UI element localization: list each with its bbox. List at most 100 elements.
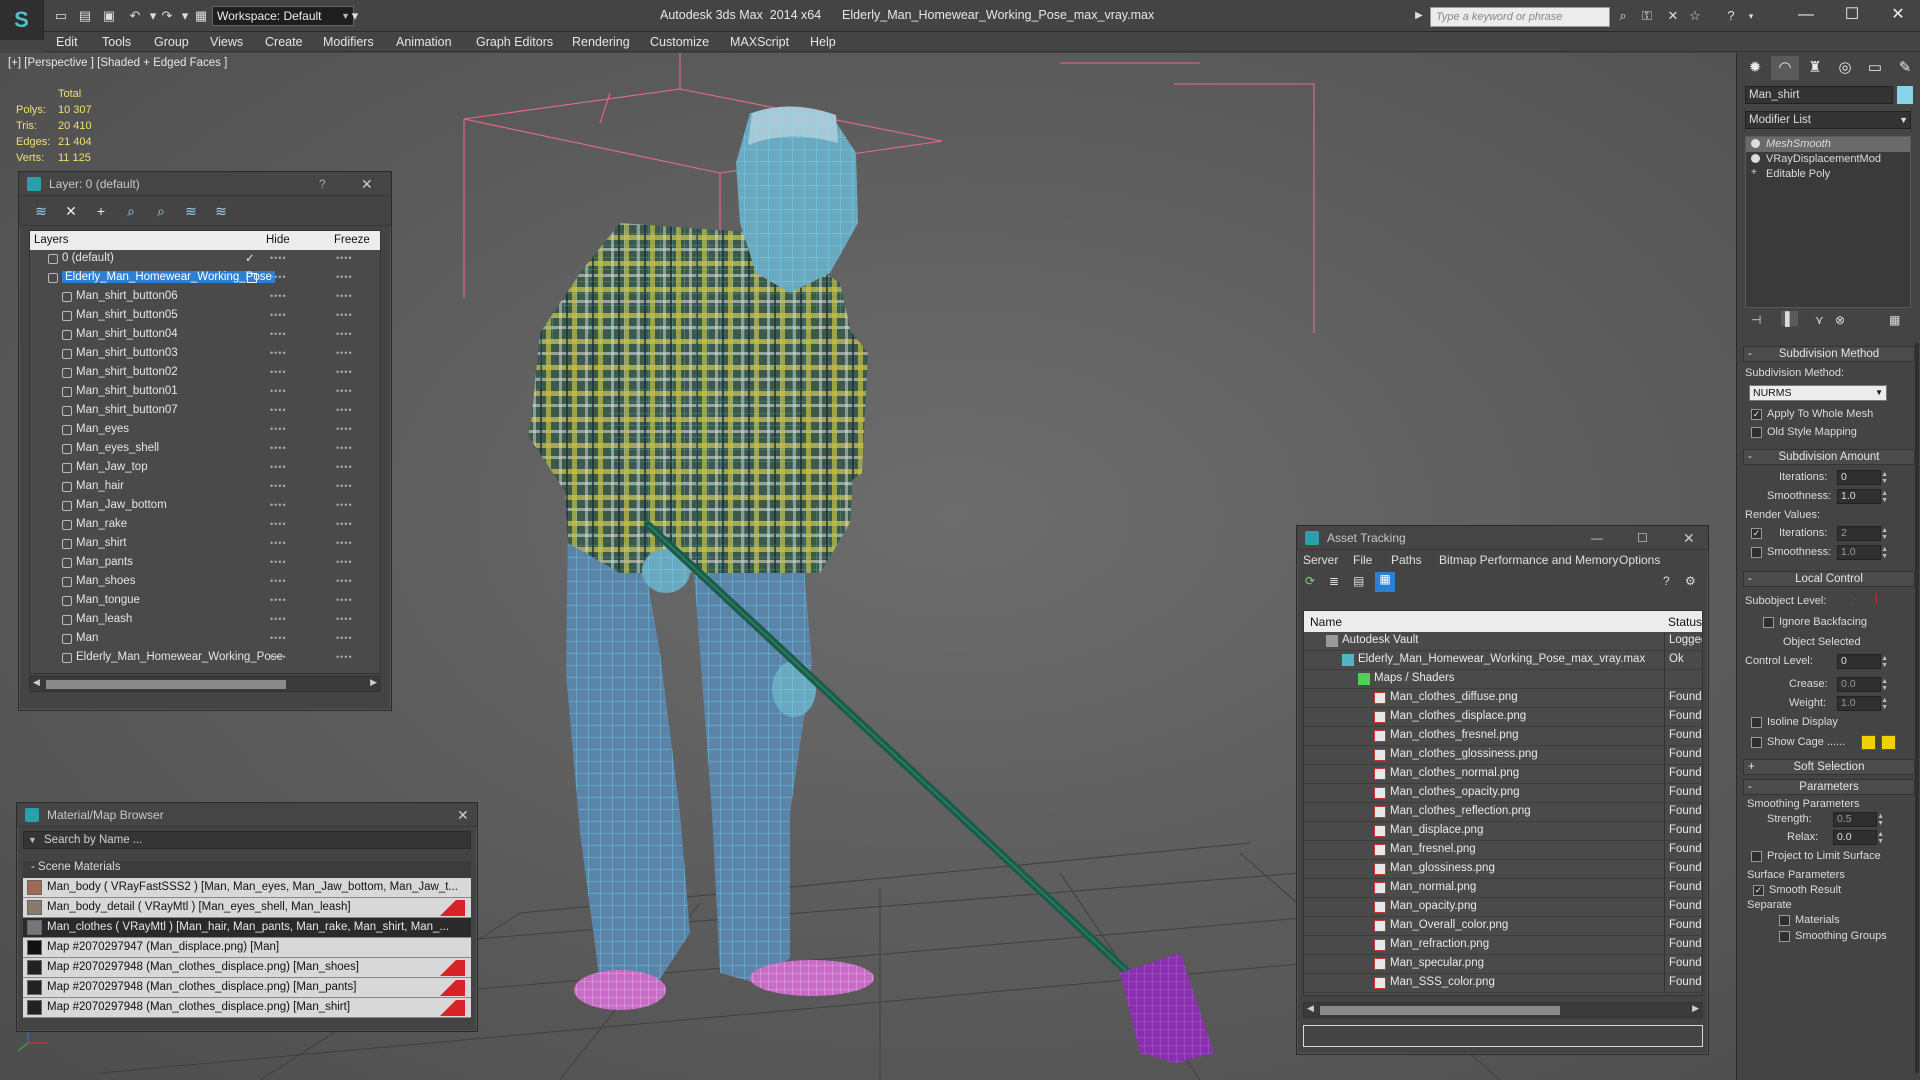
hide-toggle[interactable]: •••• xyxy=(270,253,287,263)
scroll-right-icon[interactable]: ▶ xyxy=(370,677,377,688)
layer-row[interactable]: Elderly_Man_Homewear_Working_Pose •••• •••… xyxy=(30,649,380,668)
hide-toggle[interactable]: •••• xyxy=(270,519,287,529)
asset-row[interactable]: Man_opacity.png Found xyxy=(1304,898,1702,917)
asset-row[interactable]: Man_Overall_color.png Found xyxy=(1304,917,1702,936)
layer-panel-titlebar[interactable]: Layer: 0 (default) ? ✕ xyxy=(19,172,391,196)
hide-toggle[interactable]: •••• xyxy=(270,405,287,415)
show-end-result-icon[interactable]: ▌ xyxy=(1781,311,1799,326)
layer-row[interactable]: 0 (default) ✓ •••• •••• xyxy=(30,250,380,269)
rollout-local-control[interactable]: - Local Control xyxy=(1743,571,1915,587)
utilities-tab-icon[interactable]: ✎ xyxy=(1891,56,1919,80)
freeze-toggle[interactable]: •••• xyxy=(336,500,353,510)
material-row[interactable]: Man_clothes ( VRayMtl ) [Man_hair, Man_p… xyxy=(23,918,471,938)
add-to-layer-icon[interactable]: + xyxy=(91,202,111,220)
col-status[interactable]: Status xyxy=(1668,615,1702,629)
hide-toggle[interactable]: •••• xyxy=(270,329,287,339)
hide-toggle[interactable]: •••• xyxy=(270,424,287,434)
asset-row[interactable]: Man_clothes_opacity.png Found xyxy=(1304,784,1702,803)
freeze-toggle[interactable]: •••• xyxy=(336,614,353,624)
freeze-toggle[interactable]: •••• xyxy=(336,253,353,263)
layer-row[interactable]: Man_shoes •••• •••• xyxy=(30,573,380,592)
object-color-swatch[interactable] xyxy=(1897,86,1913,104)
asset-row[interactable]: Man_specular.png Found xyxy=(1304,955,1702,974)
crease-spinner[interactable]: 0.0 ▲ ▼ xyxy=(1837,677,1888,692)
cage-color-swatch-2[interactable] xyxy=(1881,735,1896,750)
table-view-icon[interactable]: ▦ xyxy=(1375,572,1395,592)
rollout-soft-selection[interactable]: + Soft Selection xyxy=(1743,759,1915,775)
command-panel-scrollbar[interactable] xyxy=(1915,343,1919,1073)
workspace-dropdown[interactable]: Workspace: Default ▼ xyxy=(212,6,354,26)
freeze-toggle[interactable]: •••• xyxy=(336,519,353,529)
configure-sets-icon[interactable]: ▦ xyxy=(1889,313,1900,327)
redo-icon[interactable]: ↷ xyxy=(158,8,176,24)
asset-tracking-titlebar[interactable]: Asset Tracking — ☐ ✕ xyxy=(1297,526,1708,550)
layer-horizontal-scrollbar[interactable]: ◀ ▶ xyxy=(29,676,381,692)
communication-center-icon[interactable]: ✕ xyxy=(1664,7,1682,25)
vault-help-icon[interactable]: ⚙ xyxy=(1685,574,1696,588)
asset-row[interactable]: Elderly_Man_Homewear_Working_Pose_max_vr… xyxy=(1304,651,1702,670)
ignore-backfacing-checkbox[interactable] xyxy=(1763,617,1774,628)
weight-spinner[interactable]: 1.0 ▲ ▼ xyxy=(1837,696,1888,711)
scroll-thumb[interactable] xyxy=(46,680,286,689)
hierarchy-tab-icon[interactable]: ♜ xyxy=(1801,56,1829,80)
cage-color-swatch-1[interactable] xyxy=(1861,735,1876,750)
stack-item-editable-poly[interactable]: + Editable Poly xyxy=(1746,167,1910,182)
material-row[interactable]: Map #2070297947 (Man_displace.png) [Man] xyxy=(23,938,471,958)
hide-toggle[interactable]: •••• xyxy=(270,500,287,510)
render-smoothness-spinner[interactable]: 1.0 ▲ ▼ xyxy=(1837,545,1888,560)
layer-row[interactable]: Elderly_Man_Homewear_Working_Pose •••• •••… xyxy=(30,269,380,288)
make-unique-icon[interactable]: ⋎ xyxy=(1815,313,1824,327)
menu-rendering[interactable]: Rendering xyxy=(572,35,630,49)
subdivision-method-select[interactable]: NURMS ▼ xyxy=(1749,385,1887,401)
create-layer-icon[interactable]: ≋ xyxy=(31,202,51,220)
binoculars-icon[interactable]: ⌕ xyxy=(1614,7,1632,25)
rollout-subdivision-method[interactable]: - Subdivision Method xyxy=(1743,346,1915,362)
menu-modifiers[interactable]: Modifiers xyxy=(323,35,374,49)
layer-row[interactable]: Man_Jaw_bottom •••• •••• xyxy=(30,497,380,516)
spinner-arrows-icon[interactable]: ▲ ▼ xyxy=(1877,831,1884,845)
spinner-arrows-icon[interactable]: ▲ ▼ xyxy=(1881,490,1888,504)
material-row[interactable]: Map #2070297948 (Man_clothes_displace.pn… xyxy=(23,958,471,978)
hide-toggle[interactable]: •••• xyxy=(270,538,287,548)
material-row[interactable]: Map #2070297948 (Man_clothes_displace.pn… xyxy=(23,998,471,1018)
menu-edit[interactable]: Edit xyxy=(56,35,78,49)
hide-toggle[interactable]: •••• xyxy=(270,443,287,453)
asset-row[interactable]: Man_clothes_reflection.png Found xyxy=(1304,803,1702,822)
show-cage-checkbox[interactable] xyxy=(1751,737,1762,748)
asset-row[interactable]: Man_clothes_diffuse.png Found xyxy=(1304,689,1702,708)
help-icon[interactable]: ? xyxy=(1722,7,1740,25)
refresh-icon[interactable]: ⟳ xyxy=(1305,574,1315,588)
save-icon[interactable]: ▣ xyxy=(100,8,118,24)
old-style-mapping-checkbox[interactable] xyxy=(1751,427,1762,438)
freeze-toggle[interactable]: •••• xyxy=(336,557,353,567)
asset-row[interactable]: Maps / Shaders xyxy=(1304,670,1702,689)
pin-stack-icon[interactable]: ⊣ xyxy=(1751,313,1761,327)
control-level-spinner[interactable]: 0 ▲ ▼ xyxy=(1837,654,1888,669)
scroll-thumb[interactable] xyxy=(1320,1006,1560,1015)
layer-row[interactable]: Man_leash •••• •••• xyxy=(30,611,380,630)
freeze-toggle[interactable]: •••• xyxy=(336,348,353,358)
layer-row[interactable]: Man_shirt •••• •••• xyxy=(30,535,380,554)
freeze-toggle[interactable]: •••• xyxy=(336,272,353,282)
open-file-icon[interactable]: ▤ xyxy=(76,8,94,24)
apply-whole-mesh-checkbox[interactable]: ✓ xyxy=(1751,409,1762,420)
help-icon[interactable]: ? xyxy=(319,172,326,196)
smoothness-spinner[interactable]: 1.0 ▲ ▼ xyxy=(1837,489,1888,504)
smooth-result-checkbox[interactable]: ✓ xyxy=(1753,885,1764,896)
asset-row[interactable]: Man_normal.png Found xyxy=(1304,879,1702,898)
asset-row[interactable]: Man_glossiness.png Found xyxy=(1304,860,1702,879)
search-input[interactable]: Type a keyword or phrase xyxy=(1430,7,1610,27)
menu-graph-editors[interactable]: Graph Editors xyxy=(476,35,553,49)
undo-icon[interactable]: ↶ xyxy=(126,8,144,24)
thumbnail-view-icon[interactable]: ▤ xyxy=(1353,574,1364,588)
menu-customize[interactable]: Customize xyxy=(650,35,709,49)
asset-horizontal-scrollbar[interactable]: ◀ ▶ xyxy=(1303,1002,1703,1018)
hide-toggle[interactable]: •••• xyxy=(270,291,287,301)
layer-row[interactable]: Man_tongue •••• •••• xyxy=(30,592,380,611)
favorites-star-icon[interactable]: ☆ xyxy=(1686,7,1704,25)
freeze-toggle[interactable]: •••• xyxy=(336,633,353,643)
layer-row[interactable]: Man_shirt_button07 •••• •••• xyxy=(30,402,380,421)
menu-maxscript[interactable]: MAXScript xyxy=(730,35,789,49)
layer-row[interactable]: Man_eyes •••• •••• xyxy=(30,421,380,440)
modifier-list-dropdown[interactable]: Modifier List ▼ xyxy=(1745,111,1911,129)
